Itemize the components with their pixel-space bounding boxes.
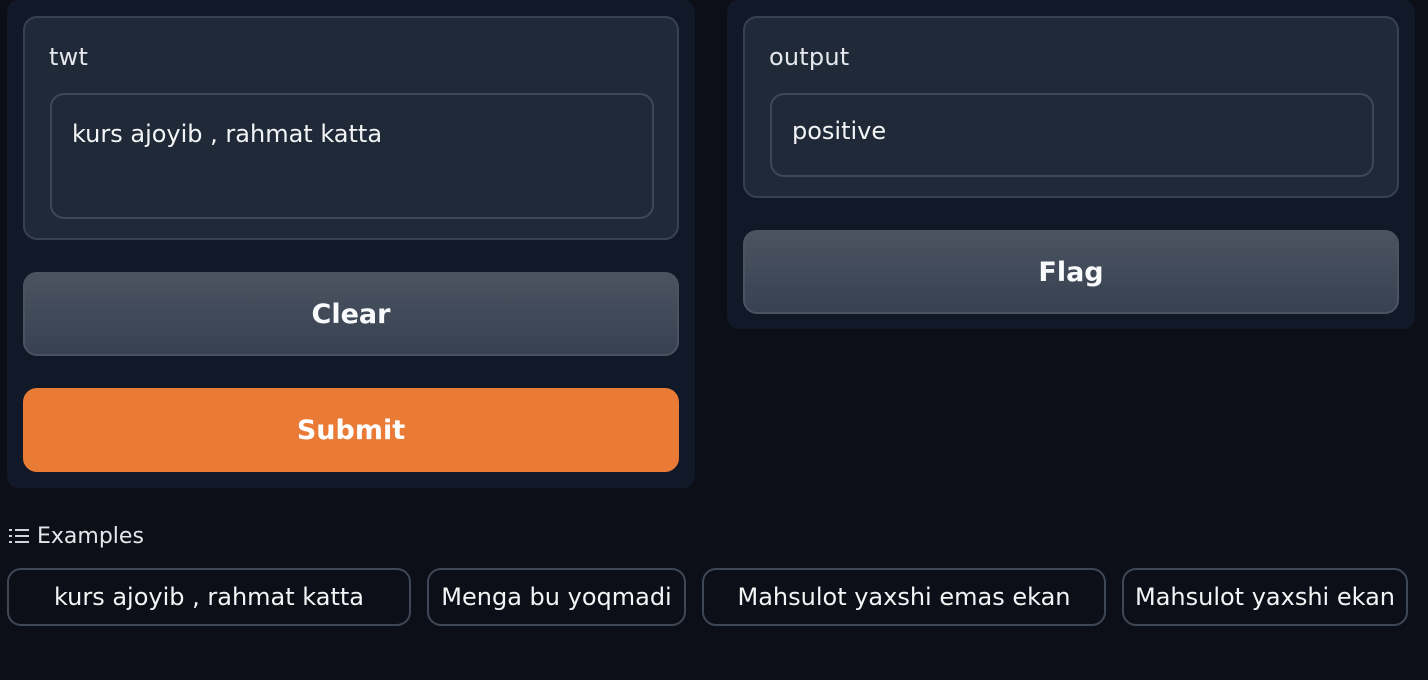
output-block: output positive (743, 16, 1399, 198)
flag-button[interactable]: Flag (743, 230, 1399, 314)
example-item-4[interactable]: Mahsulot yaxshi ekan (1122, 568, 1408, 626)
example-item-1[interactable]: kurs ajoyib , rahmat katta (7, 568, 411, 626)
examples-header[interactable]: Examples (9, 521, 144, 551)
output-label: output (769, 43, 850, 71)
example-item-3[interactable]: Mahsulot yaxshi emas ekan (702, 568, 1106, 626)
examples-title: Examples (37, 523, 144, 549)
clear-button[interactable]: Clear (23, 272, 679, 356)
list-icon (9, 528, 29, 544)
output-textbox[interactable]: positive (770, 93, 1374, 177)
submit-button[interactable]: Submit (23, 388, 679, 472)
twt-textarea[interactable]: kurs ajoyib , rahmat katta (50, 93, 654, 219)
input-block: twt kurs ajoyib , rahmat katta (23, 16, 679, 240)
input-panel: twt kurs ajoyib , rahmat katta Clear Sub… (7, 0, 695, 488)
output-panel: output positive Flag (727, 0, 1415, 329)
example-item-2[interactable]: Menga bu yoqmadi (427, 568, 686, 626)
input-label: twt (49, 43, 89, 71)
